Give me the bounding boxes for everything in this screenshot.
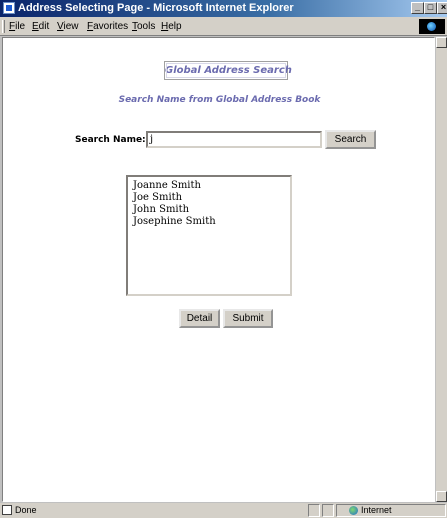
menu-file[interactable]: File — [9, 21, 25, 33]
page-content: Global Address Search Search Name from G… — [2, 37, 435, 502]
menu-favorites[interactable]: Favorites — [87, 21, 128, 33]
menu-bar: File Edit View Favorites Tools Help — [0, 17, 447, 36]
menu-view[interactable]: View — [57, 21, 79, 33]
scroll-down-icon[interactable] — [436, 491, 447, 502]
search-button[interactable]: Search — [325, 130, 376, 149]
vertical-scrollbar[interactable] — [436, 37, 447, 502]
page-status-icon — [2, 505, 12, 515]
windows-logo-icon — [419, 19, 445, 34]
menu-edit[interactable]: Edit — [32, 21, 49, 33]
title-bar: Address Selecting Page - Microsoft Inter… — [0, 0, 447, 17]
ie-page-icon — [3, 2, 15, 14]
list-item[interactable]: Joe Smith — [128, 192, 290, 204]
zone-text: Internet — [361, 505, 392, 515]
list-item[interactable]: John Smith — [128, 204, 290, 216]
close-button[interactable]: × — [437, 2, 447, 14]
internet-globe-icon — [349, 506, 358, 515]
list-item[interactable]: Josephine Smith — [128, 216, 290, 228]
page-subtitle: Search Name from Global Address Book — [118, 95, 321, 105]
scroll-up-icon[interactable] — [436, 37, 447, 48]
status-bar: Done Internet — [0, 503, 447, 518]
window-title: Address Selecting Page - Microsoft Inter… — [18, 2, 294, 14]
status-panel — [322, 504, 334, 517]
detail-button[interactable]: Detail — [179, 309, 220, 328]
search-label: Search Name: — [75, 135, 146, 145]
maximize-button[interactable]: □ — [424, 2, 437, 14]
minimize-button[interactable]: _ — [411, 2, 424, 14]
menu-tools[interactable]: Tools — [132, 21, 155, 33]
status-text: Done — [15, 505, 37, 515]
submit-button[interactable]: Submit — [223, 309, 273, 328]
menu-grip — [2, 20, 5, 33]
results-listbox[interactable]: Joanne Smith Joe Smith John Smith Joseph… — [126, 175, 292, 296]
status-panel — [308, 504, 320, 517]
page-title: Global Address Search — [164, 61, 292, 80]
search-name-input[interactable]: j — [146, 131, 322, 148]
menu-help[interactable]: Help — [161, 21, 182, 33]
list-item[interactable]: Joanne Smith — [128, 180, 290, 192]
